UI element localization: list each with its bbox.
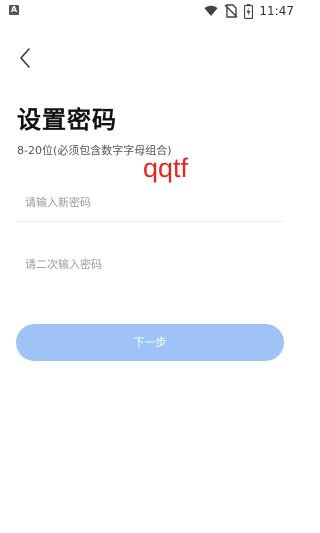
status-bar: A 11:47 — [0, 0, 300, 22]
no-sim-icon — [224, 4, 238, 18]
wifi-icon — [204, 5, 218, 17]
battery-charging-icon — [244, 3, 254, 19]
overlay-watermark-text: qqtf — [143, 153, 189, 183]
status-icons: 11:47 — [204, 2, 294, 20]
confirm-password-input[interactable] — [17, 244, 285, 284]
status-time: 11:47 — [259, 4, 294, 18]
back-button[interactable] — [14, 45, 38, 71]
divider — [17, 221, 285, 222]
page-title: 设置密码 — [17, 106, 117, 134]
chevron-left-icon — [20, 48, 30, 68]
next-step-button[interactable]: 下一步 — [16, 324, 284, 361]
a-box-icon: A — [9, 5, 19, 15]
new-password-input[interactable] — [17, 182, 285, 222]
